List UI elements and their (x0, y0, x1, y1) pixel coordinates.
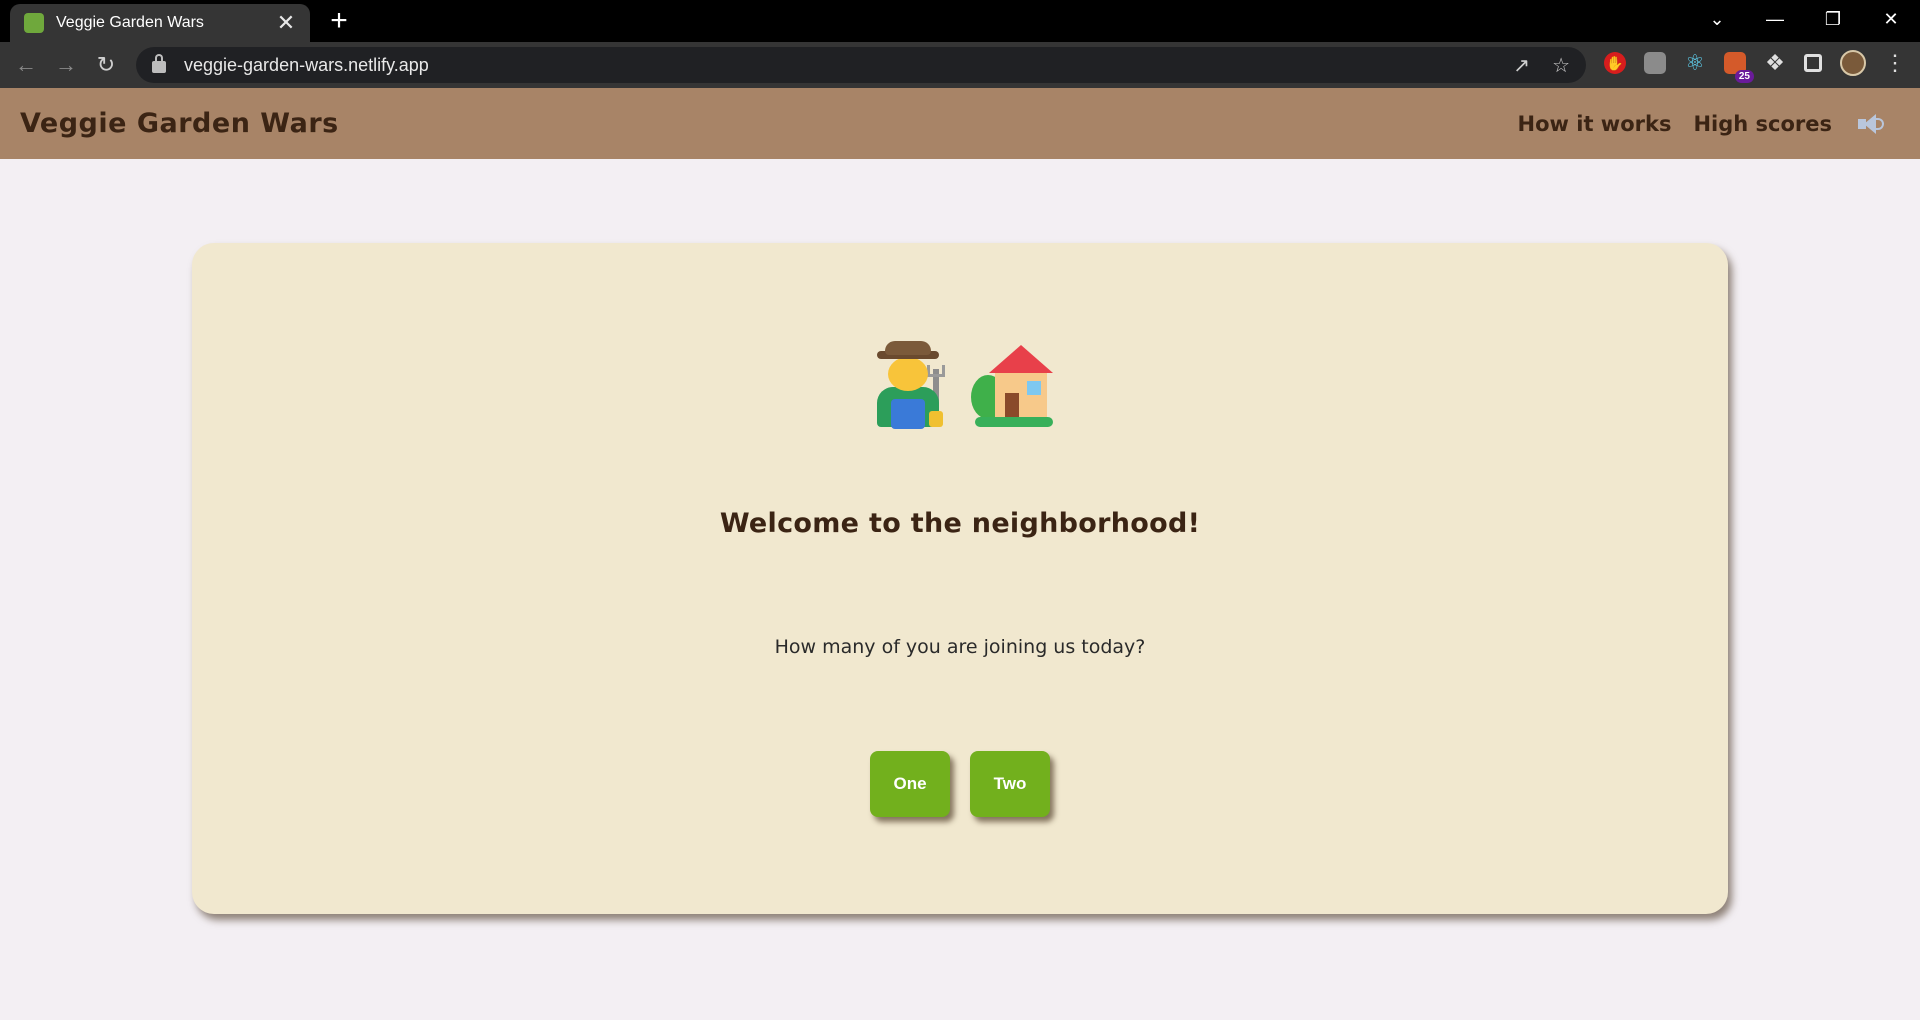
two-player-button[interactable]: Two (970, 751, 1050, 817)
bookmark-star-icon[interactable]: ☆ (1552, 53, 1570, 78)
browser-tab[interactable]: Veggie Garden Wars ✕ (10, 4, 310, 42)
extensions-puzzle-icon[interactable]: ❖ (1764, 50, 1786, 75)
browser-menu-icon[interactable]: ⋮ (1884, 50, 1906, 75)
lock-icon (152, 54, 166, 73)
react-devtools-icon[interactable]: ⚛ (1684, 50, 1706, 75)
forward-icon[interactable]: → (46, 52, 86, 78)
one-player-button[interactable]: One (870, 751, 950, 817)
farmer-icon (871, 341, 949, 429)
stop-hand-extension-icon[interactable]: ✋ (1604, 52, 1626, 74)
tab-favicon-icon (24, 13, 44, 33)
emoji-row (192, 341, 1728, 429)
player-count-buttons: One Two (192, 751, 1728, 817)
share-icon[interactable]: ↗ (1513, 53, 1530, 78)
address-bar[interactable]: veggie-garden-wars.netlify.app ↗ ☆ (136, 47, 1586, 83)
nav-high-scores[interactable]: High scores (1693, 112, 1832, 136)
browser-titlebar: Veggie Garden Wars ✕ + ⌄ — ❐ ✕ (0, 0, 1920, 42)
nav-how-it-works[interactable]: How it works (1518, 112, 1672, 136)
house-with-garden-icon (971, 341, 1053, 429)
extensions-area: ✋ ⚛ 25 ❖ ⋮ (1604, 50, 1906, 83)
brand-title[interactable]: Veggie Garden Wars (20, 108, 1496, 139)
app-header: Veggie Garden Wars How it works High sco… (0, 88, 1920, 159)
restore-icon[interactable]: ❐ (1804, 9, 1862, 30)
tab-search-icon[interactable]: ⌄ (1688, 9, 1746, 30)
extension-badge: 25 (1734, 70, 1754, 83)
player-count-question: How many of you are joining us today? (774, 636, 1146, 658)
window-controls: ⌄ — ❐ ✕ (1688, 0, 1920, 38)
minimize-icon[interactable]: — (1746, 9, 1804, 30)
side-panel-icon[interactable] (1804, 54, 1822, 72)
browser-toolbar: ← → ↻ veggie-garden-wars.netlify.app ↗ ☆… (0, 42, 1920, 88)
back-icon[interactable]: ← (6, 52, 46, 78)
url-text: veggie-garden-wars.netlify.app (184, 54, 429, 75)
welcome-card: Welcome to the neighborhood! How many of… (192, 243, 1728, 914)
tab-close-icon[interactable]: ✕ (276, 12, 296, 34)
reload-icon[interactable]: ↻ (86, 52, 126, 78)
profile-avatar[interactable] (1840, 50, 1866, 76)
close-window-icon[interactable]: ✕ (1862, 9, 1920, 30)
calendar-extension-icon[interactable]: 25 (1724, 52, 1754, 83)
new-tab-button[interactable]: + (324, 6, 354, 36)
welcome-heading: Welcome to the neighborhood! (719, 508, 1201, 539)
window-extension-icon[interactable] (1644, 52, 1666, 74)
tab-title: Veggie Garden Wars (56, 14, 204, 31)
sound-toggle-icon[interactable] (1858, 113, 1884, 135)
